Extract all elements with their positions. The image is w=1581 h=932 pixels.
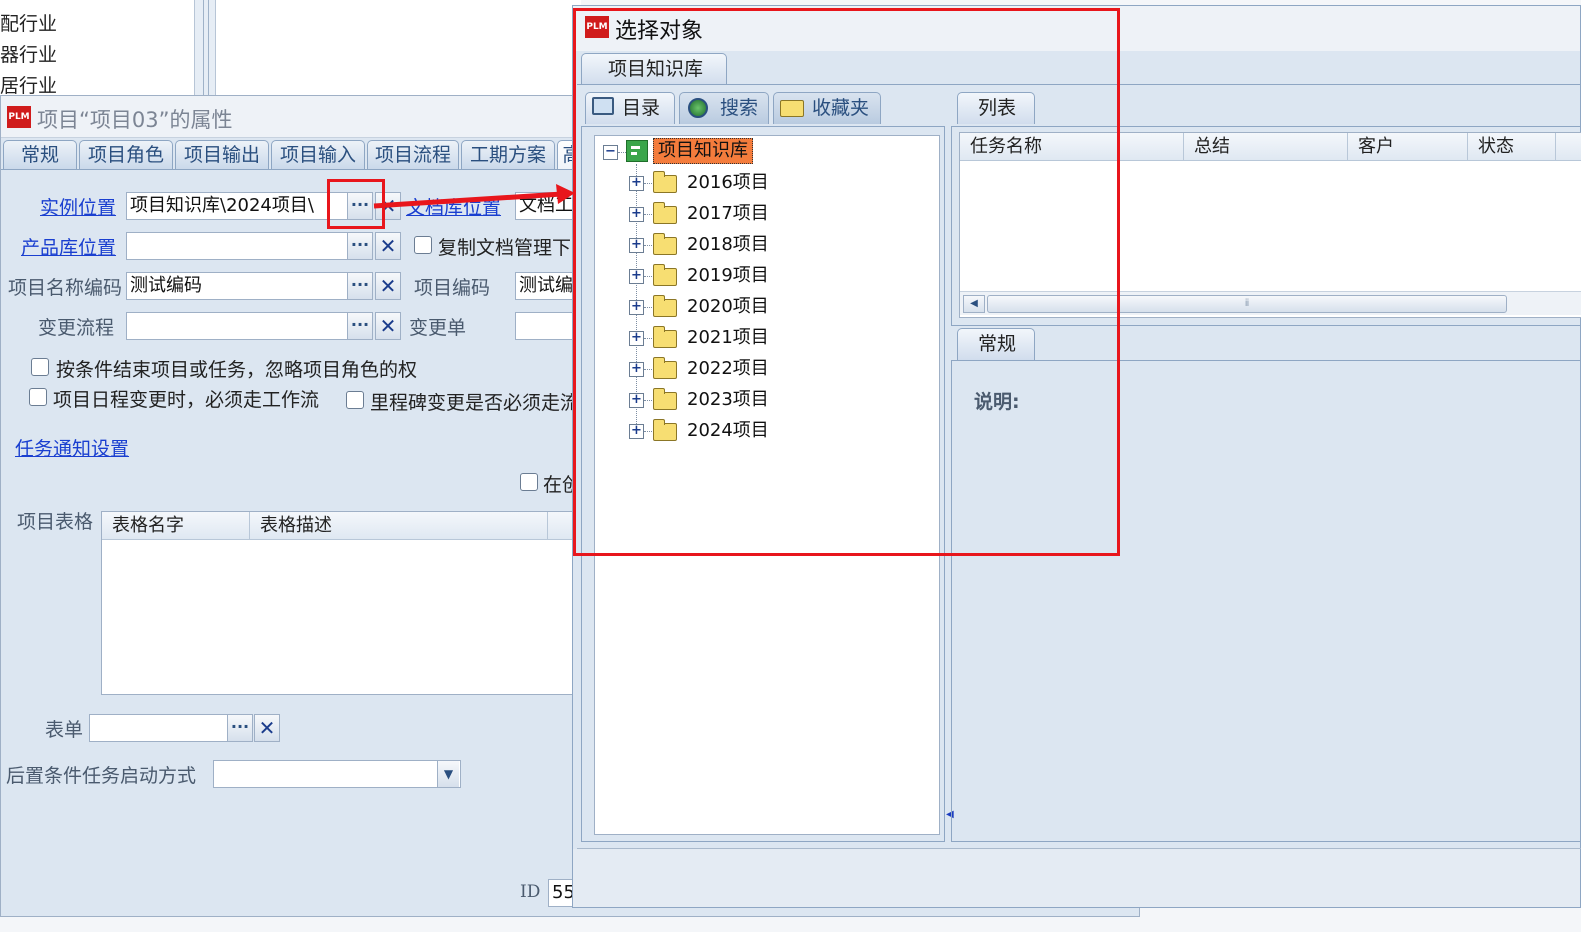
column-header[interactable]: 客户 [1348,133,1468,161]
milestone-change-checkbox[interactable] [346,391,364,409]
tab-project-flow[interactable]: 项目流程 [367,140,459,170]
list-item[interactable]: 器行业 [0,40,200,71]
change-flow-field[interactable] [126,312,348,340]
clear-button[interactable]: ✕ [375,312,401,340]
list-item[interactable]: 配行业 [0,9,200,40]
milestone-change-label: 里程碑变更是否必须走流 [370,392,580,414]
create-checkbox[interactable] [520,473,538,491]
list-item[interactable] [0,0,200,9]
tab-general[interactable]: 常规 [3,140,77,170]
clear-button[interactable]: ✕ [375,272,401,300]
project-table: 表格名字 表格描述 [101,511,581,695]
tab-project-roles[interactable]: 项目角色 [79,140,173,170]
change-form-label: 变更单 [409,317,467,339]
background-panel [216,0,581,98]
end-by-condition-label: 按条件结束项目或任务，忽略项目角色的权 [56,359,418,381]
footer-divider [577,848,1581,849]
tab-schedule-plan[interactable]: 工期方案 [461,140,555,170]
post-condition-label: 后置条件任务启动方式 [6,765,197,787]
tab-project-input[interactable]: 项目输入 [271,140,365,170]
splitter[interactable] [194,0,216,98]
instance-location-field[interactable]: 项目知识库\2024项目\ [126,192,348,220]
browse-button[interactable]: ··· [347,272,373,300]
project-name-code-field[interactable]: 测试编码 [126,272,348,300]
industry-list: 配行业 器行业 居行业 [0,0,200,98]
column-header[interactable]: 表格描述 [250,512,548,540]
project-code-label: 项目编码 [414,277,491,299]
column-header[interactable]: 状态 [1468,133,1556,161]
browse-button[interactable]: ··· [227,714,253,742]
change-flow-label: 变更流程 [38,317,115,339]
copy-doc-checkbox[interactable] [414,236,432,254]
browse-button[interactable]: ··· [347,312,373,340]
annotation-highlight [573,8,1120,556]
browse-button[interactable]: ··· [347,232,373,260]
id-label: ID [520,882,541,902]
task-notify-settings-link[interactable]: 任务通知设置 [15,434,129,461]
form-field[interactable] [89,714,229,742]
dialog-footer [573,849,1580,907]
product-library-link[interactable]: 产品库位置 [21,233,116,260]
copy-doc-label: 复制文档管理下 [438,237,572,259]
column-header[interactable]: 表格名字 [102,512,250,540]
tab-project-output[interactable]: 项目输出 [175,140,269,170]
annotation-arrow [373,184,575,209]
column-header[interactable]: 总结 [1184,133,1348,161]
clear-button[interactable]: ✕ [254,714,280,742]
chevron-down-icon[interactable]: ▼ [437,761,459,787]
table-header: 表格名字 表格描述 [102,512,580,540]
schedule-change-label: 项目日程变更时，必须走工作流 [53,389,320,411]
form-label: 表单 [45,719,84,741]
instance-location-link[interactable]: 实例位置 [40,193,116,220]
plm-app-icon: PLM [7,106,31,128]
project-table-label: 项目表格 [17,511,94,533]
clear-button[interactable]: ✕ [375,232,401,260]
dialog-title: 项目“项目03”的属性 [37,108,233,132]
post-condition-combo[interactable] [213,760,461,788]
list-item[interactable]: 居行业 [0,71,200,98]
end-by-condition-checkbox[interactable] [31,358,49,376]
product-library-field[interactable] [126,232,348,260]
project-name-code-label: 项目名称编码 [8,277,123,299]
schedule-change-checkbox[interactable] [29,388,47,406]
